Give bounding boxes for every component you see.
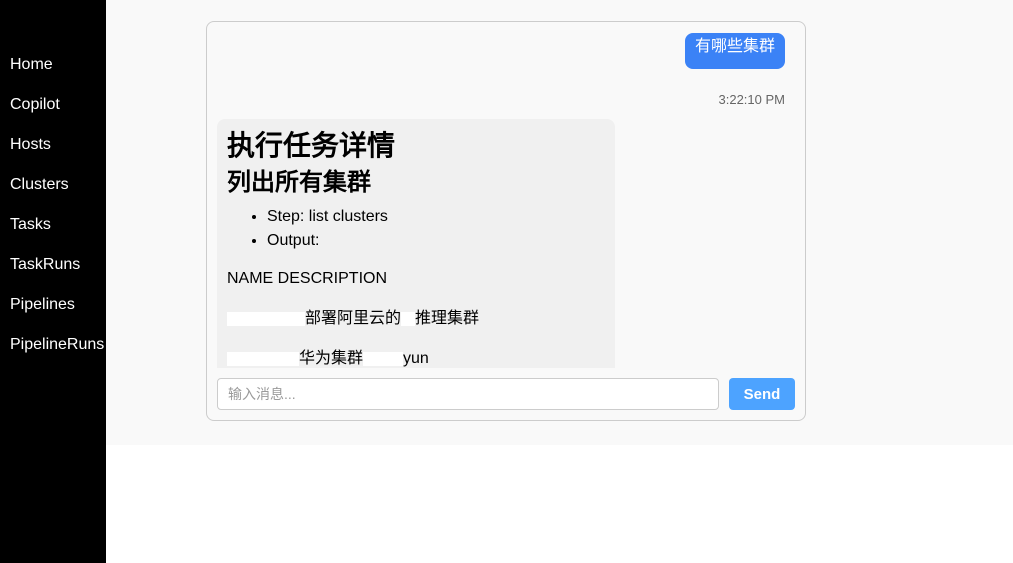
message-timestamp: 3:22:10 PM: [718, 92, 786, 107]
sidebar-item-taskruns[interactable]: TaskRuns: [10, 255, 104, 295]
bot-message-heading: 执行任务详情: [227, 130, 396, 161]
cluster-row-1: 部署阿里云的 推理集群: [227, 309, 605, 329]
redacted-text: [401, 311, 416, 326]
cluster-row-2-suffix: yun: [403, 350, 429, 367]
message-input[interactable]: [217, 378, 719, 410]
sidebar-item-clusters[interactable]: Clusters: [10, 175, 104, 215]
sidebar-nav: Home Copilot Hosts Clusters Tasks TaskRu…: [10, 55, 104, 375]
bullet-step: Step: list clusters: [267, 205, 605, 229]
bot-message-bullets: Step: list clusters Output:: [227, 205, 605, 253]
redacted-text: [227, 311, 305, 326]
redacted-text: [227, 351, 299, 366]
chat-window: 有哪些集群 3:22:10 PM 执行任务详情 列出所有集群 Step: lis…: [206, 21, 806, 421]
sidebar-item-pipelines[interactable]: Pipelines: [10, 295, 104, 335]
message-composer: Send: [217, 378, 795, 410]
bot-message-bubble: 执行任务详情 列出所有集群 Step: list clusters Output…: [217, 119, 615, 368]
bullet-output: Output:: [267, 229, 605, 253]
table-header-line: NAME DESCRIPTION: [227, 270, 388, 287]
cluster-row-2-desc: 华为集群: [299, 350, 364, 367]
cluster-row-2: 华为集群 yun: [227, 349, 605, 368]
user-message-bubble: 有哪些集群: [684, 33, 785, 69]
main-content: 有哪些集群 3:22:10 PM 执行任务详情 列出所有集群 Step: lis…: [106, 0, 1013, 445]
bot-message-subheading: 列出所有集群: [227, 169, 371, 196]
sidebar-item-home[interactable]: Home: [10, 55, 104, 95]
cluster-row-1-desc: 部署阿里云的: [305, 310, 402, 327]
send-button[interactable]: Send: [729, 378, 795, 410]
sidebar-item-pipelineruns[interactable]: PipelineRuns: [10, 335, 104, 375]
cluster-row-1-suffix: 推理集群: [415, 310, 480, 327]
sidebar-item-copilot[interactable]: Copilot: [10, 95, 104, 135]
sidebar: Home Copilot Hosts Clusters Tasks TaskRu…: [0, 0, 106, 563]
sidebar-item-hosts[interactable]: Hosts: [10, 135, 104, 175]
sidebar-item-tasks[interactable]: Tasks: [10, 215, 104, 255]
message-list[interactable]: 有哪些集群 3:22:10 PM 执行任务详情 列出所有集群 Step: lis…: [207, 22, 805, 368]
redacted-text: [363, 351, 404, 366]
